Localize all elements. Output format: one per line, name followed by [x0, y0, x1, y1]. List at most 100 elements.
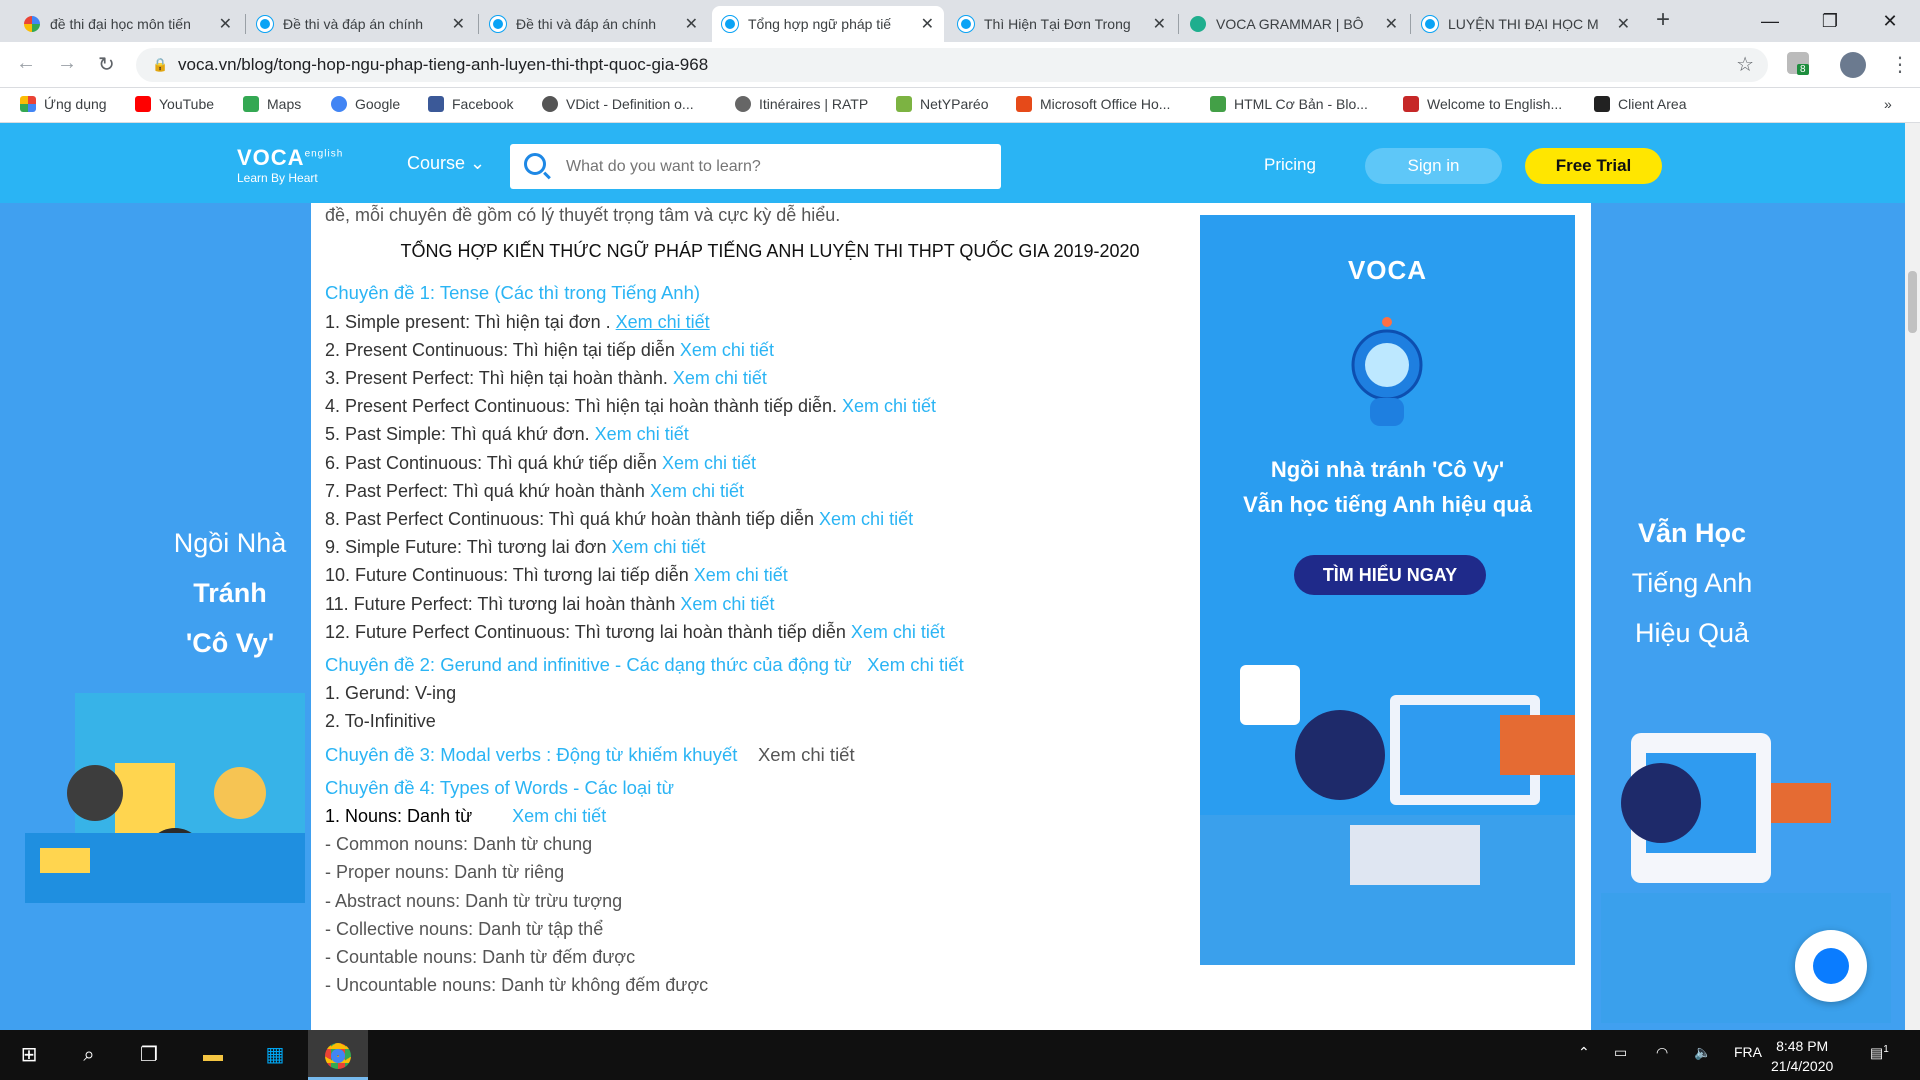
- bookmark-office[interactable]: Microsoft Office Ho...: [1016, 96, 1170, 112]
- windows-start-icon[interactable]: ⊞: [0, 1030, 58, 1080]
- restore-button[interactable]: ❐: [1800, 0, 1860, 42]
- close-icon[interactable]: ✕: [685, 14, 698, 34]
- tray-chevron-icon[interactable]: ⌃: [1578, 1044, 1590, 1061]
- detail-link[interactable]: Xem chi tiết: [616, 312, 710, 332]
- forward-icon[interactable]: →: [57, 52, 77, 75]
- detail-link[interactable]: Xem chi tiết: [673, 368, 767, 388]
- voca-icon: [957, 15, 975, 33]
- close-icon[interactable]: ✕: [1617, 14, 1630, 34]
- tab[interactable]: Thì Hiện Tại Đơn Trong ✕: [948, 6, 1176, 42]
- search-box[interactable]: [510, 144, 1001, 189]
- voca-icon: [721, 15, 739, 33]
- tab[interactable]: LUYỆN THI ĐẠI HỌC M ✕: [1412, 6, 1640, 42]
- tab-active[interactable]: Tổng hợp ngữ pháp tiế ✕: [712, 6, 944, 42]
- bookmark-label: Client Area: [1618, 96, 1687, 112]
- detail-link[interactable]: Xem chi tiết: [819, 509, 913, 529]
- detail-link[interactable]: Xem chi tiết: [851, 622, 945, 642]
- bookmark-netypareo[interactable]: NetYParéo: [896, 96, 988, 112]
- right-banner-line: Hiệu Quả: [1634, 618, 1750, 648]
- bookmark-label: HTML Cơ Bản - Blo...: [1234, 96, 1368, 112]
- bookmark-facebook[interactable]: Facebook: [428, 96, 513, 112]
- right-banner-line: Tiếng Anh: [1631, 568, 1753, 598]
- search-input[interactable]: [566, 144, 986, 189]
- ad-keyboard-shape: [1350, 825, 1480, 885]
- bookmark-apps[interactable]: Ứng dụng: [20, 96, 107, 112]
- detail-link[interactable]: Xem chi tiết: [694, 565, 788, 585]
- extension-icon[interactable]: 8: [1787, 52, 1809, 75]
- detail-link[interactable]: Xem chi tiết: [650, 481, 744, 501]
- close-icon[interactable]: ✕: [921, 14, 934, 34]
- avatar[interactable]: [1840, 52, 1866, 78]
- task-view-icon[interactable]: ❐: [120, 1030, 178, 1080]
- back-icon[interactable]: ←: [16, 52, 36, 75]
- tab[interactable]: Đề thi và đáp án chính ✕: [247, 6, 475, 42]
- bookmark-google[interactable]: Google: [331, 96, 400, 112]
- chrome-taskbar-icon[interactable]: [308, 1030, 368, 1080]
- detail-link[interactable]: Xem chi tiết: [611, 537, 705, 557]
- menu-icon[interactable]: ⋮: [1890, 52, 1910, 77]
- bookmarks-overflow-icon[interactable]: »: [1884, 96, 1892, 112]
- close-icon[interactable]: ✕: [1385, 14, 1398, 34]
- bookmark-client-area[interactable]: Client Area: [1594, 96, 1686, 112]
- tab[interactable]: Đề thi và đáp án chính ✕: [480, 6, 708, 42]
- list-item-text: 4. Present Perfect Continuous: Thì hiện …: [325, 396, 843, 417]
- close-window-button[interactable]: ✕: [1860, 0, 1920, 42]
- topic-heading: Chuyên đề 2: Gerund and infinitive - Các…: [325, 651, 1215, 679]
- wifi-icon[interactable]: ◠: [1656, 1044, 1668, 1061]
- detail-link[interactable]: Xem chi tiết: [842, 396, 936, 416]
- detail-link[interactable]: Xem chi tiết: [680, 594, 774, 614]
- site-logo[interactable]: VOCAenglish Learn By Heart: [237, 145, 343, 185]
- scrollbar[interactable]: [1905, 123, 1920, 1030]
- file-explorer-icon[interactable]: ▬: [184, 1030, 242, 1080]
- list-item-text: 7. Past Perfect: Thì quá khứ hoàn thành: [325, 480, 650, 501]
- topic-heading: Chuyên đề 4: Types of Words - Các loại t…: [325, 776, 674, 798]
- detail-link[interactable]: Xem chi tiết: [758, 744, 855, 765]
- store-icon[interactable]: ▦: [246, 1030, 304, 1080]
- notifications-icon[interactable]: ▤1: [1870, 1044, 1889, 1062]
- new-tab-button[interactable]: +: [1656, 6, 1670, 34]
- netypareo-icon: [896, 96, 912, 112]
- address-bar[interactable]: 🔒 voca.vn/blog/tong-hop-ngu-phap-tieng-a…: [136, 48, 1768, 82]
- bookmark-html[interactable]: HTML Cơ Bản - Blo...: [1210, 96, 1368, 112]
- detail-link[interactable]: Xem chi tiết: [662, 453, 756, 473]
- bookmark-label: Welcome to English...: [1427, 96, 1563, 112]
- bookmark-maps[interactable]: Maps: [243, 96, 301, 112]
- messenger-chat-button[interactable]: [1795, 930, 1867, 1002]
- close-icon[interactable]: ✕: [452, 14, 465, 34]
- bookmark-youtube[interactable]: YouTube: [135, 96, 214, 112]
- search-icon[interactable]: ⌕: [60, 1030, 118, 1080]
- bookmark-vdict[interactable]: VDict - Definition o...: [542, 96, 694, 112]
- sign-in-button[interactable]: Sign in: [1365, 148, 1502, 184]
- detail-link[interactable]: Xem chi tiết: [680, 340, 774, 360]
- close-icon[interactable]: ✕: [219, 14, 232, 34]
- tab[interactable]: VOCA GRAMMAR | BÔ ✕: [1180, 6, 1408, 42]
- close-icon[interactable]: ✕: [1153, 14, 1166, 34]
- scrollbar-thumb[interactable]: [1908, 271, 1917, 333]
- bookmark-english[interactable]: Welcome to English...: [1403, 96, 1562, 112]
- list-item: 5. Past Simple: Thì quá khứ đơn. Xem chi…: [325, 420, 1215, 448]
- learn-more-button[interactable]: TÌM HIỂU NGAY: [1294, 555, 1486, 595]
- list-item: - Common nouns: Danh từ chung: [325, 834, 593, 855]
- ad-banner[interactable]: VOCA Ngồi nhà tránh 'Cô Vy' Vẫn học tiến…: [1200, 215, 1575, 965]
- detail-link[interactable]: Xem chi tiết: [595, 424, 689, 444]
- detail-link[interactable]: Xem chi tiết: [512, 806, 606, 826]
- ad-subheadline: Vẫn học tiếng Anh hiệu quả: [1243, 492, 1532, 517]
- list-item: - Proper nouns: Danh từ riêng: [325, 862, 565, 883]
- list-item-text: 6. Past Continuous: Thì quá khứ tiếp diễ…: [325, 452, 662, 473]
- detail-link[interactable]: Xem chi tiết: [867, 654, 964, 675]
- pricing-link[interactable]: Pricing: [1264, 155, 1316, 175]
- volume-icon[interactable]: 🔈: [1694, 1044, 1711, 1061]
- course-menu[interactable]: Course ⌄: [407, 153, 485, 174]
- article-body: đề, mỗi chuyên đề gồm có lý thuyết trọng…: [325, 203, 1215, 999]
- reload-icon[interactable]: ↻: [98, 52, 115, 77]
- tab[interactable]: đề thi đại học môn tiến ✕: [14, 6, 242, 42]
- bookmark-ratp[interactable]: Itinéraires | RATP: [735, 96, 868, 112]
- list-item-text: 5. Past Simple: Thì quá khứ đơn.: [325, 424, 595, 445]
- language-indicator[interactable]: FRA: [1734, 1044, 1762, 1060]
- minimize-button[interactable]: —: [1740, 0, 1800, 42]
- clock[interactable]: 8:48 PM 21/4/2020: [1771, 1036, 1833, 1076]
- web-page: VOCAenglish Learn By Heart Course ⌄ Pric…: [0, 123, 1905, 1030]
- free-trial-button[interactable]: Free Trial: [1525, 148, 1662, 184]
- battery-icon[interactable]: ▭: [1614, 1044, 1627, 1061]
- bookmark-star-icon[interactable]: ☆: [1736, 48, 1754, 82]
